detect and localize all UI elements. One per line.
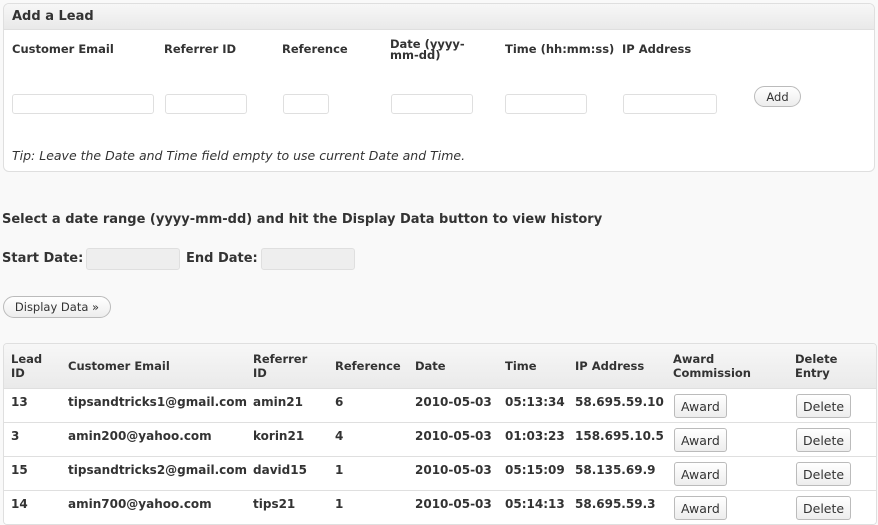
cell-referrer-id: david15 <box>253 463 307 477</box>
ip-address-input[interactable] <box>623 94 717 114</box>
end-date-label: End Date: <box>186 251 258 266</box>
history-title: Select a date range (yyyy-mm-dd) and hit… <box>2 212 603 227</box>
ip-address-label: IP Address <box>622 42 692 56</box>
header-delete-entry: Delete Entry <box>795 352 838 380</box>
cell-date: 2010-05-03 <box>415 463 492 477</box>
time-label: Time (hh:mm:ss) <box>505 42 615 56</box>
header-lead-id: Lead ID <box>11 352 43 380</box>
award-button[interactable]: Award <box>674 462 727 486</box>
cell-lead-id: 14 <box>11 497 28 511</box>
cell-customer-email: tipsandtricks1@gmail.com <box>68 395 248 409</box>
award-button[interactable]: Award <box>674 394 727 418</box>
header-award-commission: Award Commission <box>673 352 751 380</box>
table-row: 3 amin200@yahoo.com korin21 4 2010-05-03… <box>4 423 876 457</box>
table-row: 14 amin700@yahoo.com tips21 1 2010-05-03… <box>4 491 876 524</box>
cell-ip-address: 58.135.69.9 <box>575 463 656 477</box>
award-button[interactable]: Award <box>674 496 727 520</box>
reference-input[interactable] <box>283 94 329 114</box>
header-time: Time <box>505 359 537 373</box>
customer-email-label: Customer Email <box>12 42 114 56</box>
header-date: Date <box>415 359 446 373</box>
cell-customer-email: tipsandtricks2@gmail.com <box>68 463 248 477</box>
start-date-label: Start Date: <box>2 251 84 266</box>
add-button[interactable]: Add <box>754 86 801 107</box>
delete-button[interactable]: Delete <box>796 428 852 452</box>
table-header: Lead ID Customer Email Referrer ID Refer… <box>4 344 876 389</box>
delete-button[interactable]: Delete <box>796 394 852 418</box>
time-input[interactable] <box>505 94 587 114</box>
cell-referrer-id: amin21 <box>253 395 303 409</box>
header-ip-address: IP Address <box>575 359 645 373</box>
customer-email-input[interactable] <box>12 94 154 114</box>
cell-date: 2010-05-03 <box>415 395 492 409</box>
cell-ip-address: 158.695.10.5 <box>575 429 664 443</box>
display-data-button[interactable]: Display Data » <box>3 296 111 318</box>
end-date-input[interactable] <box>261 248 355 270</box>
cell-ip-address: 58.695.59.10 <box>575 395 664 409</box>
cell-time: 05:15:09 <box>505 463 565 477</box>
header-reference: Reference <box>335 359 401 373</box>
add-lead-panel: Add a Lead Customer Email Referrer ID Re… <box>3 3 875 172</box>
header-customer-email: Customer Email <box>68 359 170 373</box>
leads-table: Lead ID Customer Email Referrer ID Refer… <box>3 343 877 525</box>
cell-reference: 1 <box>335 463 344 477</box>
date-input[interactable] <box>391 94 473 114</box>
cell-reference: 6 <box>335 395 344 409</box>
award-button[interactable]: Award <box>674 428 727 452</box>
reference-label: Reference <box>282 42 348 56</box>
date-label: Date (yyyy-mm-dd) <box>390 37 465 62</box>
cell-referrer-id: korin21 <box>253 429 305 443</box>
cell-lead-id: 3 <box>11 429 20 443</box>
cell-reference: 4 <box>335 429 344 443</box>
tip-text: Tip: Leave the Date and Time field empty… <box>12 148 466 163</box>
delete-button[interactable]: Delete <box>796 462 852 486</box>
cell-time: 05:14:13 <box>505 497 565 511</box>
cell-ip-address: 58.695.59.3 <box>575 497 656 511</box>
cell-reference: 1 <box>335 497 344 511</box>
cell-lead-id: 15 <box>11 463 28 477</box>
cell-customer-email: amin700@yahoo.com <box>68 497 212 511</box>
cell-time: 05:13:34 <box>505 395 565 409</box>
table-row: 15 tipsandtricks2@gmail.com david15 1 20… <box>4 457 876 491</box>
referrer-id-input[interactable] <box>165 94 247 114</box>
delete-button[interactable]: Delete <box>796 496 852 520</box>
start-date-input[interactable] <box>86 248 180 270</box>
add-lead-title: Add a Lead <box>4 4 874 30</box>
cell-lead-id: 13 <box>11 395 28 409</box>
cell-customer-email: amin200@yahoo.com <box>68 429 212 443</box>
referrer-id-label: Referrer ID <box>164 42 237 56</box>
table-row: 13 tipsandtricks1@gmail.com amin21 6 201… <box>4 389 876 423</box>
header-referrer-id: Referrer ID <box>253 352 308 380</box>
cell-time: 01:03:23 <box>505 429 565 443</box>
cell-date: 2010-05-03 <box>415 429 492 443</box>
cell-date: 2010-05-03 <box>415 497 492 511</box>
cell-referrer-id: tips21 <box>253 497 296 511</box>
